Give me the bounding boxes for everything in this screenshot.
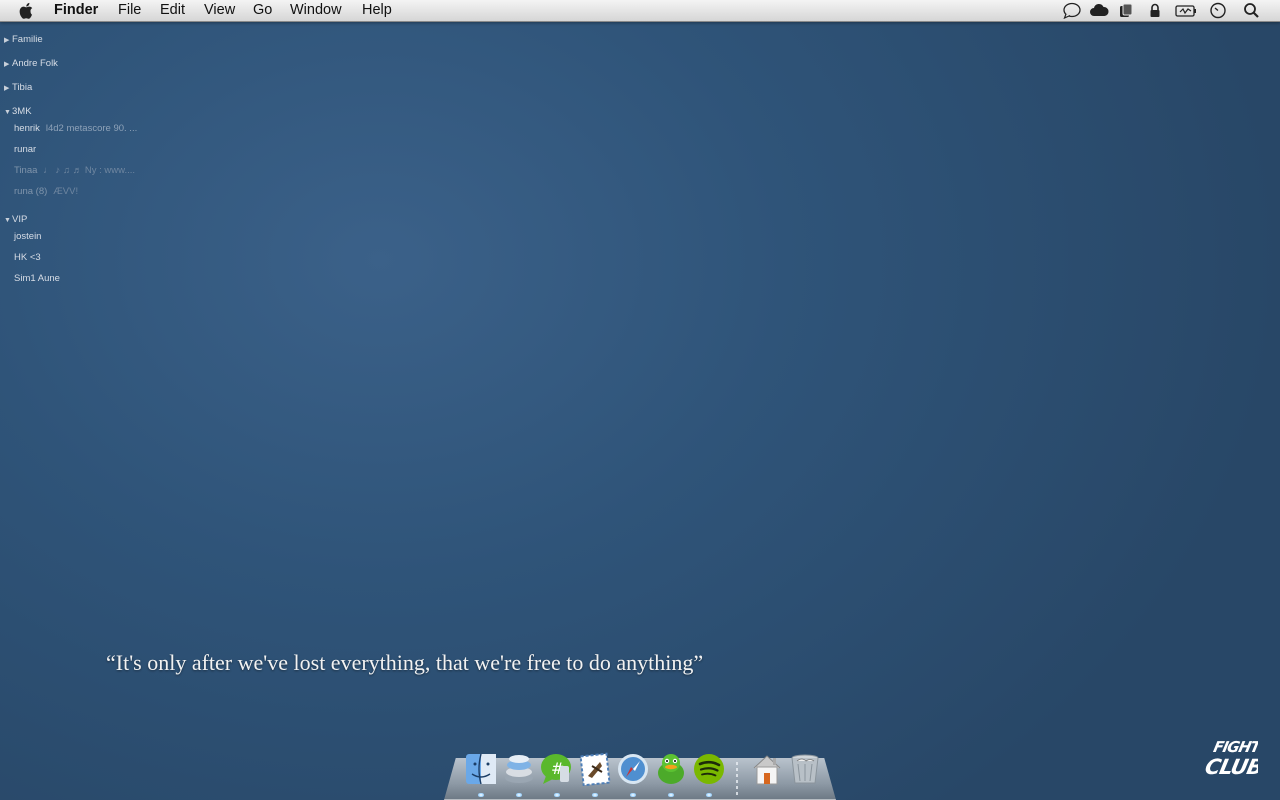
mail-icon[interactable] [578, 752, 612, 786]
buddy-tinaa[interactable]: Tinaa ♩ ♪ ♫ ♬ Ny : www.... [14, 165, 135, 176]
group-3mk[interactable]: ▼3MK [4, 106, 32, 117]
apple-menu-icon[interactable] [18, 2, 36, 19]
clock-icon[interactable] [1208, 2, 1228, 19]
adium-duck-icon[interactable] [502, 752, 536, 786]
buddy-jostein[interactable]: jostein [14, 231, 41, 242]
buddy-name: runar [14, 144, 37, 155]
buddy-sim1-aune[interactable]: Sim1 Aune [14, 273, 60, 284]
buddy-name: henrik [14, 123, 40, 134]
finder-icon[interactable] [464, 752, 498, 786]
disclosure-expanded-icon[interactable]: ▼ [4, 109, 11, 116]
disclosure-collapsed-icon[interactable]: ▶ [4, 84, 11, 92]
group-label: 3MK [12, 106, 32, 117]
buddy-name: Tinaa [14, 165, 38, 176]
menu-app-finder[interactable]: Finder [54, 2, 98, 18]
group-label: Familie [12, 34, 43, 45]
group-label: VIP [12, 214, 28, 225]
buddy-status: ♩ ♪ ♫ ♬ Ny : www.... [43, 165, 135, 176]
running-indicator [592, 793, 598, 797]
running-indicator [706, 793, 712, 797]
disclosure-collapsed-icon[interactable]: ▶ [4, 36, 11, 44]
adium-icon[interactable] [654, 752, 688, 786]
buddy-status: ÆVV! [53, 186, 79, 197]
group-familie[interactable]: ▶ Familie [4, 34, 43, 45]
messages-icon[interactable]: # [540, 752, 574, 786]
menu-help[interactable]: Help [362, 2, 392, 18]
dock-separator [736, 762, 738, 796]
group-label: Tibia [12, 82, 33, 93]
svg-text:FIGHT: FIGHT [1212, 738, 1258, 756]
buddy-henrik[interactable]: henrik l4d2 metascore 90. ... [14, 123, 137, 134]
menu-window[interactable]: Window [290, 2, 342, 18]
running-indicator [630, 793, 636, 797]
battery-icon[interactable] [1174, 2, 1198, 19]
running-indicator [516, 793, 522, 797]
buddy-status: l4d2 metascore 90. ... [45, 123, 138, 134]
buddy-name: Sim1 Aune [14, 273, 60, 284]
lock-icon[interactable] [1145, 2, 1165, 19]
spotlight-search-icon[interactable] [1242, 2, 1262, 19]
buddy-name: runa (8) [14, 186, 48, 197]
group-label: Andre Folk [12, 58, 58, 69]
chat-bubble-icon[interactable] [1062, 2, 1082, 19]
spotify-icon[interactable] [692, 752, 726, 786]
buddy-runar[interactable]: runar [14, 144, 36, 155]
cloud-icon[interactable] [1089, 2, 1109, 19]
dropbox-icon[interactable] [1116, 2, 1136, 19]
svg-text:CLUB: CLUB [1203, 755, 1258, 778]
home-folder-icon[interactable] [750, 752, 784, 786]
disclosure-collapsed-icon[interactable]: ▶ [4, 60, 11, 68]
trash-icon[interactable] [788, 752, 822, 786]
menu-bar: Finder File Edit View Go Window Help [0, 0, 1280, 22]
menu-go[interactable]: Go [253, 2, 272, 18]
buddy-hk[interactable]: HK <3 [14, 252, 41, 263]
group-tibia[interactable]: ▶ Tibia [4, 82, 32, 93]
buddy-name: jostein [14, 231, 42, 242]
group-vip[interactable]: ▼VIP [4, 214, 27, 225]
buddy-name: HK <3 [14, 252, 41, 263]
running-indicator [668, 793, 674, 797]
safari-icon[interactable] [616, 752, 650, 786]
buddy-runa[interactable]: runa (8) ÆVV! [14, 186, 78, 197]
fight-club-logo: FIGHT CLUB [1203, 738, 1258, 778]
running-indicator [554, 793, 560, 797]
group-andre-folk[interactable]: ▶ Andre Folk [4, 58, 58, 69]
running-indicator [478, 793, 484, 797]
menu-file[interactable]: File [118, 2, 141, 18]
desktop-quote: “It's only after we've lost everything, … [106, 650, 704, 675]
menu-view[interactable]: View [204, 2, 235, 18]
menu-edit[interactable]: Edit [160, 2, 185, 18]
disclosure-expanded-icon[interactable]: ▼ [4, 217, 11, 224]
